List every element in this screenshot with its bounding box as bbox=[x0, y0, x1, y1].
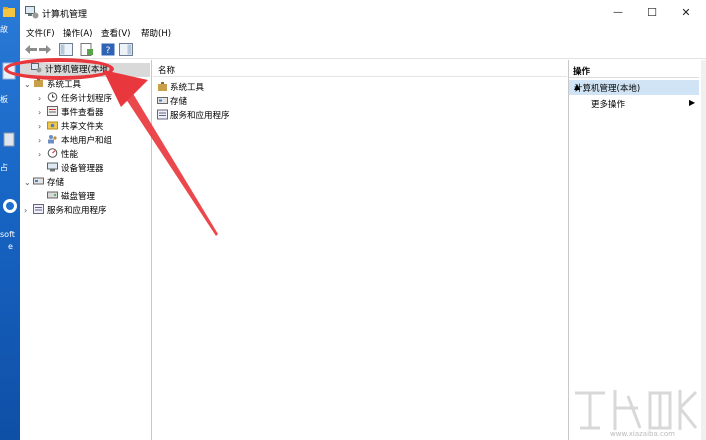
menu-file[interactable]: 文件(F) bbox=[26, 27, 55, 39]
expand-chevron-icon[interactable]: › bbox=[38, 106, 47, 120]
desktop-label-4: soft bbox=[0, 230, 15, 239]
tree-label-performance: 性能 bbox=[61, 150, 79, 160]
tree-item-disk-management[interactable]: 磁盘管理 bbox=[38, 190, 95, 204]
help-icon[interactable]: ? bbox=[101, 43, 115, 56]
column-header-name[interactable]: 名称 bbox=[153, 60, 567, 77]
tree-item-shared-folders[interactable]: › 共享文件夹 bbox=[38, 120, 104, 134]
tree-item-services-apps[interactable]: › 服务和应用程序 bbox=[24, 204, 107, 218]
list-item[interactable]: 存储 bbox=[157, 95, 187, 109]
submenu-arrow-icon[interactable]: ▶ bbox=[689, 98, 695, 107]
services-icon bbox=[157, 109, 168, 120]
forward-arrow-icon[interactable] bbox=[38, 43, 52, 56]
computer-management-icon bbox=[25, 6, 39, 19]
window-title: 计算机管理 bbox=[42, 10, 88, 20]
collapse-chevron-icon[interactable]: ⌄ bbox=[24, 78, 33, 92]
shared-folder-icon bbox=[47, 120, 58, 130]
actions-header: 操作 bbox=[569, 64, 699, 78]
expand-chevron-icon[interactable]: › bbox=[38, 148, 47, 162]
desktop-label-3: 占 bbox=[0, 163, 8, 172]
tree-label-shared-folders: 共享文件夹 bbox=[61, 122, 104, 132]
show-hide-tree-icon[interactable] bbox=[59, 43, 73, 56]
watermark-url: www.xiazaiba.com bbox=[610, 430, 675, 438]
storage-icon bbox=[33, 176, 44, 186]
recycle-bin-icon[interactable] bbox=[2, 130, 16, 148]
tree-label-event-viewer: 事件查看器 bbox=[61, 108, 104, 118]
list-item[interactable]: 服务和应用程序 bbox=[157, 109, 230, 123]
clock-icon bbox=[47, 92, 58, 102]
content-list: 名称 系统工具 存储 服务和应用程序 bbox=[153, 60, 567, 440]
expand-chevron-icon[interactable]: › bbox=[38, 134, 47, 148]
action-pane-toggle-icon[interactable] bbox=[119, 43, 133, 56]
expand-chevron-icon[interactable]: › bbox=[38, 92, 47, 106]
event-viewer-icon bbox=[47, 106, 58, 116]
toolbox-icon bbox=[157, 81, 168, 92]
menu-view[interactable]: 查看(V) bbox=[101, 27, 130, 39]
tree-label-storage: 存储 bbox=[47, 178, 65, 188]
edge-icon[interactable] bbox=[2, 198, 17, 216]
maximize-button[interactable]: ☐ bbox=[637, 0, 667, 26]
close-button[interactable]: ✕ bbox=[671, 0, 701, 26]
menu-bar: 文件(F) 操作(A) 查看(V) 帮助(H) bbox=[20, 26, 706, 41]
collapse-up-icon[interactable]: ▲ bbox=[574, 82, 695, 91]
tree-label-services-apps: 服务和应用程序 bbox=[47, 206, 107, 216]
vertical-scrollbar[interactable] bbox=[701, 60, 706, 440]
expand-chevron-icon[interactable]: › bbox=[38, 120, 47, 134]
list-item-label: 存储 bbox=[170, 97, 188, 107]
desktop-folder-icon[interactable] bbox=[2, 5, 16, 23]
svg-text:?: ? bbox=[106, 46, 111, 56]
toolbar: ? bbox=[20, 41, 706, 59]
expand-chevron-icon[interactable]: › bbox=[24, 204, 33, 218]
tree-item-performance[interactable]: › 性能 bbox=[38, 148, 78, 162]
tree-item-task-scheduler[interactable]: › 任务计划程序 bbox=[38, 92, 112, 106]
services-icon bbox=[33, 204, 44, 214]
tree-item-event-viewer[interactable]: › 事件查看器 bbox=[38, 106, 104, 120]
actions-header-label: 操作 bbox=[573, 67, 591, 77]
tree-label-task-scheduler: 任务计划程序 bbox=[61, 94, 113, 104]
tree-item-system-tools[interactable]: ⌄ 系统工具 bbox=[24, 78, 81, 92]
tree-item-local-users[interactable]: › 本地用户和组 bbox=[38, 134, 112, 148]
back-arrow-icon[interactable] bbox=[24, 43, 38, 56]
column-header-label: 名称 bbox=[158, 66, 176, 76]
more-actions-link[interactable]: 更多操作 bbox=[591, 98, 625, 110]
desktop-label-2: 板 bbox=[0, 95, 8, 104]
annotation-ellipse bbox=[4, 58, 114, 80]
collapse-chevron-icon[interactable]: ⌄ bbox=[24, 176, 33, 190]
users-icon bbox=[47, 134, 58, 144]
properties-icon[interactable] bbox=[80, 43, 94, 56]
desktop-label-5: e bbox=[8, 242, 13, 251]
disk-icon bbox=[47, 190, 58, 200]
desktop-label-1: 故 bbox=[0, 25, 8, 34]
list-item-label: 服务和应用程序 bbox=[170, 111, 230, 121]
computer-management-window: 计算机管理 — ☐ ✕ 文件(F) 操作(A) 查看(V) 帮助(H) ? 计算… bbox=[20, 0, 706, 440]
list-item[interactable]: 系统工具 bbox=[157, 81, 204, 95]
tree-label-system-tools: 系统工具 bbox=[47, 80, 82, 90]
tree-label-disk-management: 磁盘管理 bbox=[61, 192, 96, 202]
device-manager-icon bbox=[47, 162, 58, 172]
navigation-tree: 计算机管理(本地) ⌄ 系统工具 › 任务计划程序 › 事件查看器 › 共享文件夹 › 本… bbox=[20, 60, 152, 440]
menu-help[interactable]: 帮助(H) bbox=[141, 27, 171, 39]
title-bar[interactable]: 计算机管理 — ☐ ✕ bbox=[20, 0, 706, 26]
storage-icon bbox=[157, 95, 168, 106]
menu-action[interactable]: 操作(A) bbox=[63, 27, 92, 39]
watermark-logo bbox=[575, 390, 698, 430]
tree-item-device-manager[interactable]: 设备管理器 bbox=[38, 162, 104, 176]
tree-label-device-manager: 设备管理器 bbox=[61, 164, 104, 174]
performance-gauge-icon bbox=[47, 148, 58, 158]
tree-label-local-users: 本地用户和组 bbox=[61, 136, 113, 146]
minimize-button[interactable]: — bbox=[603, 0, 633, 26]
tree-item-storage[interactable]: ⌄ 存储 bbox=[24, 176, 64, 190]
actions-section-computer-management[interactable]: 计算机管理(本地) ▲ bbox=[569, 80, 699, 95]
list-item-label: 系统工具 bbox=[170, 83, 205, 93]
